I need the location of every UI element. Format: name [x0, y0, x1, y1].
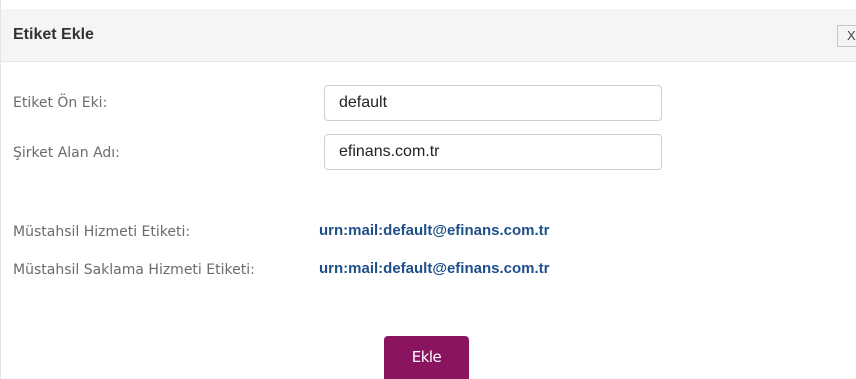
prefix-input[interactable]	[324, 85, 662, 121]
add-tag-dialog: Etiket Ekle X Etiket Ön Eki: Şirket Alan…	[0, 0, 856, 379]
storage-tag-value: urn:mail:default@efinans.com.tr	[319, 260, 550, 277]
close-button[interactable]: X	[837, 25, 856, 47]
storage-tag-label: Müstahsil Saklama Hizmeti Etiketi:	[13, 262, 255, 278]
service-tag-value: urn:mail:default@efinans.com.tr	[319, 222, 550, 239]
dialog-title: Etiket Ekle	[13, 26, 94, 43]
domain-label: Şirket Alan Adı:	[13, 145, 120, 161]
add-button[interactable]: Ekle	[384, 336, 469, 379]
dialog-header: Etiket Ekle X	[1, 9, 856, 62]
service-tag-label: Müstahsil Hizmeti Etiketi:	[13, 224, 191, 240]
prefix-label: Etiket Ön Eki:	[13, 95, 108, 111]
domain-input[interactable]	[324, 134, 662, 170]
